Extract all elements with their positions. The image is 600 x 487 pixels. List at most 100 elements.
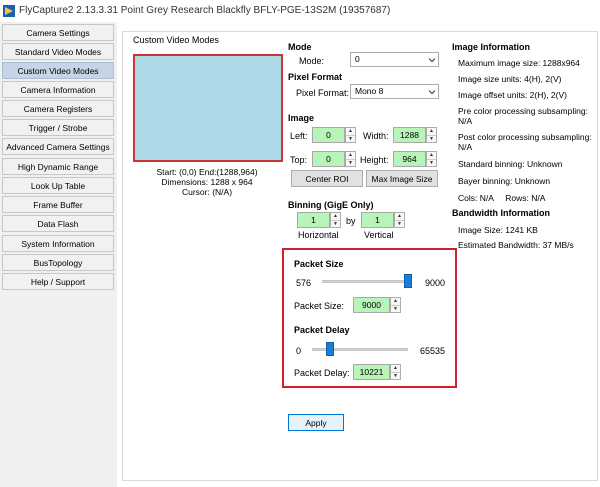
pixel-format-select[interactable]: Mono 8: [350, 84, 439, 99]
packet-settings-highlight: Packet Size 576 9000 Packet Size: 9000 ▲…: [282, 248, 457, 388]
height-spinner[interactable]: ▲ ▼: [426, 151, 437, 167]
packet-size-heading: Packet Size: [294, 259, 344, 269]
pixel-format-label: Pixel Format:: [296, 88, 350, 98]
spin-up-icon[interactable]: ▲: [395, 213, 404, 220]
spin-up-icon[interactable]: ▲: [346, 152, 355, 159]
width-input[interactable]: 1288: [393, 127, 426, 143]
info-post-color-subsampling: Post color processing subsampling: N/A: [458, 132, 592, 152]
spin-up-icon[interactable]: ▲: [427, 128, 436, 135]
info-bayer-binning: Bayer binning: Unknown: [458, 176, 551, 186]
preview-dimensions: Dimensions: 1288 x 964: [161, 177, 253, 187]
width-label: Width:: [363, 131, 389, 141]
spin-down-icon[interactable]: ▼: [391, 305, 400, 313]
spin-down-icon[interactable]: ▼: [346, 159, 355, 167]
info-standard-binning: Standard binning: Unknown: [458, 159, 563, 169]
info-max-image-size: Maximum image size: 1288x964: [458, 58, 580, 68]
mode-label: Mode:: [299, 56, 325, 66]
binning-by-label: by: [346, 216, 356, 226]
height-input[interactable]: 964: [393, 151, 426, 167]
info-image-size-kb: Image Size: 1241 KB: [458, 225, 538, 235]
binning-heading: Binning (GigE Only): [288, 200, 374, 210]
binning-vertical-input[interactable]: 1: [361, 212, 394, 228]
packet-size-slider-track[interactable]: [322, 280, 412, 283]
sidebar-item-custom-video-modes[interactable]: Custom Video Modes: [2, 62, 114, 79]
spin-up-icon[interactable]: ▲: [427, 152, 436, 159]
packet-delay-spinner[interactable]: ▲ ▼: [390, 364, 401, 380]
spin-up-icon[interactable]: ▲: [331, 213, 340, 220]
sidebar-item-frame-buffer[interactable]: Frame Buffer: [2, 196, 114, 213]
sidebar-item-standard-video-modes[interactable]: Standard Video Modes: [2, 43, 114, 60]
sidebar-item-high-dynamic-range[interactable]: High Dynamic Range: [2, 158, 114, 175]
binning-vertical-spinner[interactable]: ▲ ▼: [394, 212, 405, 228]
mode-select[interactable]: 0: [350, 52, 439, 67]
top-label: Top:: [290, 155, 308, 165]
center-roi-button[interactable]: Center ROI: [291, 170, 363, 187]
max-image-size-button[interactable]: Max Image Size: [366, 170, 438, 187]
spin-up-icon[interactable]: ▲: [346, 128, 355, 135]
sidebar-item-system-information[interactable]: System Information: [2, 235, 114, 252]
packet-delay-label: Packet Delay:: [294, 368, 350, 378]
custom-video-modes-group: Custom Video Modes Start: (0,0) End:(128…: [122, 31, 598, 481]
height-label: Height:: [360, 155, 389, 165]
sidebar-item-trigger-strobe[interactable]: Trigger / Strobe: [2, 119, 114, 136]
spin-down-icon[interactable]: ▼: [427, 135, 436, 143]
packet-size-label: Packet Size:: [294, 301, 345, 311]
packet-size-min: 576: [296, 278, 312, 288]
packet-delay-max: 65535: [420, 346, 446, 356]
sidebar-item-data-flash[interactable]: Data Flash: [2, 215, 114, 232]
info-image-size-units: Image size units: 4(H), 2(V): [458, 74, 562, 84]
info-pre-color-subsampling: Pre color processing subsampling: N/A: [458, 106, 588, 126]
sidebar-item-camera-information[interactable]: Camera Information: [2, 81, 114, 98]
chevron-down-icon: [429, 90, 435, 95]
sidebar-item-look-up-table[interactable]: Look Up Table: [2, 177, 114, 194]
group-title: Custom Video Modes: [131, 35, 221, 45]
spin-down-icon[interactable]: ▼: [427, 159, 436, 167]
packet-delay-slider-thumb[interactable]: [325, 342, 334, 356]
spin-down-icon[interactable]: ▼: [391, 372, 400, 380]
mode-heading: Mode: [288, 42, 312, 52]
top-spinner[interactable]: ▲ ▼: [345, 151, 356, 167]
packet-size-max: 9000: [425, 278, 446, 288]
pixel-format-value: Mono 8: [355, 86, 384, 96]
roi-preview[interactable]: [133, 54, 283, 162]
binning-vertical-label: Vertical: [364, 230, 394, 240]
preview-info: Start: (0,0) End:(1288,964) Dimensions: …: [131, 167, 283, 197]
preview-start-end: Start: (0,0) End:(1288,964): [156, 167, 258, 177]
packet-delay-min: 0: [296, 346, 302, 356]
top-input[interactable]: 0: [312, 151, 345, 167]
left-input[interactable]: 0: [312, 127, 345, 143]
info-cols-rows: Cols: N/A Rows: N/A: [458, 193, 546, 203]
mode-value: 0: [355, 54, 360, 64]
packet-delay-heading: Packet Delay: [294, 325, 350, 335]
packet-size-spinner[interactable]: ▲ ▼: [390, 297, 401, 313]
sidebar-item-help-support[interactable]: Help / Support: [2, 273, 114, 290]
binning-horizontal-spinner[interactable]: ▲ ▼: [330, 212, 341, 228]
bandwidth-information-heading: Bandwidth Information: [452, 208, 550, 218]
packet-delay-input[interactable]: 10221: [353, 364, 390, 380]
title-bar: FlyCapture2 2.13.3.31 Point Grey Researc…: [0, 0, 600, 23]
sidebar: Camera Settings Standard Video Modes Cus…: [0, 22, 118, 487]
app-icon: [3, 5, 15, 17]
spin-up-icon[interactable]: ▲: [391, 298, 400, 305]
apply-button[interactable]: Apply: [288, 414, 344, 431]
spin-up-icon[interactable]: ▲: [391, 365, 400, 372]
window-title: FlyCapture2 2.13.3.31 Point Grey Researc…: [19, 5, 391, 16]
left-spinner[interactable]: ▲ ▼: [345, 127, 356, 143]
preview-cursor: Cursor: (N/A): [181, 187, 233, 197]
width-spinner[interactable]: ▲ ▼: [426, 127, 437, 143]
sidebar-item-camera-settings[interactable]: Camera Settings: [2, 24, 114, 41]
packet-size-input[interactable]: 9000: [353, 297, 390, 313]
sidebar-item-bus-topology[interactable]: BusTopology: [2, 254, 114, 271]
sidebar-item-camera-registers[interactable]: Camera Registers: [2, 100, 114, 117]
packet-size-slider-thumb[interactable]: [404, 274, 412, 288]
image-heading: Image: [288, 113, 315, 123]
binning-horizontal-input[interactable]: 1: [297, 212, 330, 228]
sidebar-item-advanced-camera-settings[interactable]: Advanced Camera Settings: [2, 138, 114, 155]
left-label: Left:: [290, 131, 308, 141]
image-information-heading: Image Information: [452, 42, 531, 52]
binning-horizontal-label: Horizontal: [298, 230, 339, 240]
spin-down-icon[interactable]: ▼: [331, 220, 340, 228]
custom-video-modes-panel: Custom Video Modes Start: (0,0) End:(128…: [117, 22, 600, 487]
spin-down-icon[interactable]: ▼: [346, 135, 355, 143]
spin-down-icon[interactable]: ▼: [395, 220, 404, 228]
